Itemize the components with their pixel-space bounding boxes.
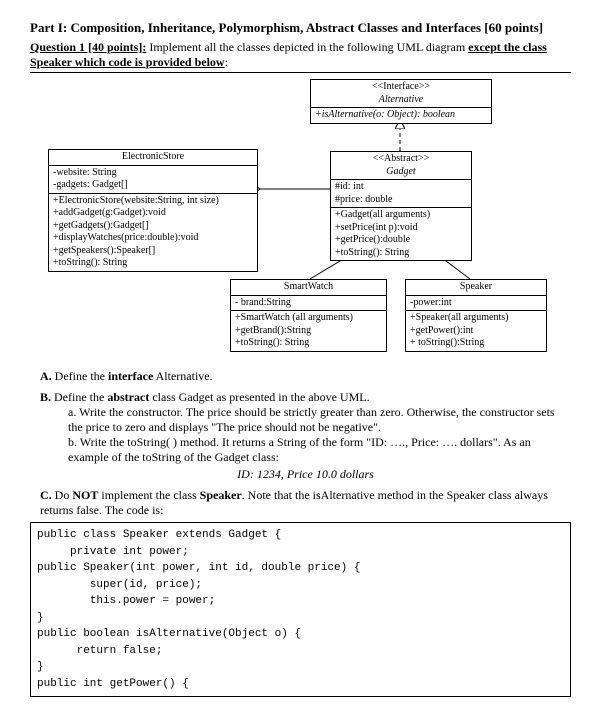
task-b-label: B.: [40, 390, 51, 404]
uml-title: <<Interface>> Alternative: [311, 80, 491, 108]
class-name: ElectronicStore: [49, 150, 257, 166]
tasks-section: A. Define the interface Alternative. B. …: [30, 369, 571, 518]
stereo: <<Interface>>: [372, 81, 430, 92]
question-text-1: Implement all the classes depicted in th…: [149, 40, 468, 54]
attrs: #id: int #price: double: [331, 180, 471, 208]
task-c-label: C.: [40, 488, 52, 502]
question-label: Question 1 [40 points]:: [30, 40, 146, 54]
task-a-text: Define the interface Alternative.: [55, 369, 213, 383]
class-name: Speaker: [406, 280, 546, 296]
task-c: C. Do NOT implement the class Speaker. N…: [40, 488, 571, 518]
code-line: public int getPower() {: [37, 678, 189, 690]
part-title: Part I: Composition, Inheritance, Polymo…: [30, 20, 571, 36]
ops: +ElectronicStore(website:String, int siz…: [49, 194, 257, 271]
uml-title: <<Abstract>> Gadget: [331, 152, 471, 180]
class-name: Gadget: [386, 166, 415, 177]
code-line: return false;: [37, 645, 162, 657]
code-line: public Speaker(int power, int id, double…: [37, 562, 360, 574]
uml-diagram: <<Interface>> Alternative +isAlternative…: [30, 79, 571, 359]
op: + toString():String: [410, 337, 542, 350]
op: +getPower():int: [410, 325, 542, 338]
task-b: B. Define the abstract class Gadget as p…: [40, 390, 571, 482]
task-b-a: a. Write the constructor. The price shou…: [68, 405, 571, 435]
uml-gadget: <<Abstract>> Gadget #id: int #price: dou…: [330, 151, 472, 261]
uml-interface-alternative: <<Interface>> Alternative +isAlternative…: [310, 79, 492, 124]
uml-electronicstore: ElectronicStore -website: String -gadget…: [48, 149, 258, 272]
code-line: }: [37, 612, 44, 624]
op: +SmartWatch (all arguments): [235, 312, 382, 325]
task-b-b-text: Write the toString( ) method. It returns…: [68, 435, 531, 464]
attr: #id: int: [335, 181, 467, 194]
code-line: }: [37, 661, 44, 673]
class-name: SmartWatch: [231, 280, 386, 296]
op: +Speaker(all arguments): [410, 312, 542, 325]
op: +Gadget(all arguments): [335, 209, 467, 222]
code-line: public class Speaker extends Gadget {: [37, 529, 281, 541]
stereo: <<Abstract>>: [373, 153, 429, 164]
task-b-a-label: a.: [68, 405, 76, 419]
attr: -website: String: [53, 167, 253, 180]
uml-speaker: Speaker -power:int +Speaker(all argument…: [405, 279, 547, 352]
class-name: Alternative: [379, 94, 423, 105]
task-a-label: A.: [40, 369, 52, 383]
ops: +Gadget(all arguments) +setPrice(int p):…: [331, 208, 471, 260]
op: +setPrice(int p):void: [335, 222, 467, 235]
op: +getGadgets():Gadget[]: [53, 220, 253, 233]
task-b-b-example: ID: 1234, Price 10.0 dollars: [40, 467, 571, 482]
part-label: Part I:: [30, 20, 67, 35]
task-b-b: b. Write the toString( ) method. It retu…: [68, 435, 571, 465]
question-colon: :: [225, 55, 228, 69]
ops: +isAlternative(o: Object): boolean: [311, 108, 491, 123]
ops: +Speaker(all arguments) +getPower():int …: [406, 311, 546, 351]
op: +getBrand():String: [235, 325, 382, 338]
part-title-text: Composition, Inheritance, Polymorphism, …: [70, 20, 543, 35]
op: +getSpeakers():Speaker[]: [53, 245, 253, 258]
uml-smartwatch: SmartWatch - brand:String +SmartWatch (a…: [230, 279, 387, 352]
code-line: super(id, price);: [37, 579, 202, 591]
question-line: Question 1 [40 points]: Implement all th…: [30, 40, 571, 73]
op: +toString(): String: [53, 257, 253, 270]
op: +toString(): String: [335, 247, 467, 260]
code-box: public class Speaker extends Gadget { pr…: [30, 522, 571, 697]
op: +addGadget(g:Gadget):void: [53, 207, 253, 220]
attr: #price: double: [335, 194, 467, 207]
ops: +SmartWatch (all arguments) +getBrand():…: [231, 311, 386, 351]
attr: -gadgets: Gadget[]: [53, 179, 253, 192]
op: +ElectronicStore(website:String, int siz…: [53, 195, 253, 208]
code-line: this.power = power;: [37, 595, 215, 607]
task-b-b-label: b.: [68, 435, 77, 449]
op: +toString(): String: [235, 337, 382, 350]
code-line: public boolean isAlternative(Object o) {: [37, 628, 301, 640]
op: +displayWatches(price:double):void: [53, 232, 253, 245]
code-line: private int power;: [37, 546, 189, 558]
task-b-text: Define the abstract class Gadget as pres…: [54, 390, 370, 404]
task-c-text: Do NOT implement the class Speaker. Note…: [40, 488, 548, 517]
attrs: - brand:String: [231, 296, 386, 312]
op: +getPrice():double: [335, 234, 467, 247]
task-a: A. Define the interface Alternative.: [40, 369, 571, 384]
attrs: -website: String -gadgets: Gadget[]: [49, 166, 257, 194]
task-b-a-text: Write the constructor. The price should …: [68, 405, 555, 434]
attrs: -power:int: [406, 296, 546, 312]
